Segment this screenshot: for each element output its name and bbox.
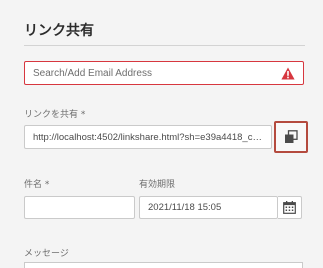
expiration-label: 有効期限 [139,180,176,190]
email-input[interactable]: Search/Add Email Address [24,61,304,85]
copy-icon [285,130,298,143]
subject-input[interactable] [24,196,135,219]
calendar-icon [283,201,296,214]
message-label: メッセージ [24,249,69,259]
share-link-label: リンクを共有 * [24,110,86,120]
expiration-date-value: 2021/11/18 15:05 [148,202,222,213]
share-link-field[interactable]: http://localhost:4502/linkshare.html?sh=… [24,125,272,149]
calendar-button[interactable] [278,196,302,219]
email-placeholder: Search/Add Email Address [33,67,152,79]
dialog-title: リンク共有 [24,23,94,39]
alert-triangle-icon [281,67,295,80]
expiration-date-input[interactable]: 2021/11/18 15:05 [139,196,278,219]
copy-link-button[interactable] [274,121,308,153]
subject-label: 件名 * [24,180,50,190]
share-link-value: http://localhost:4502/linkshare.html?sh=… [33,131,263,143]
title-divider [24,45,305,46]
message-textarea[interactable] [24,262,303,268]
